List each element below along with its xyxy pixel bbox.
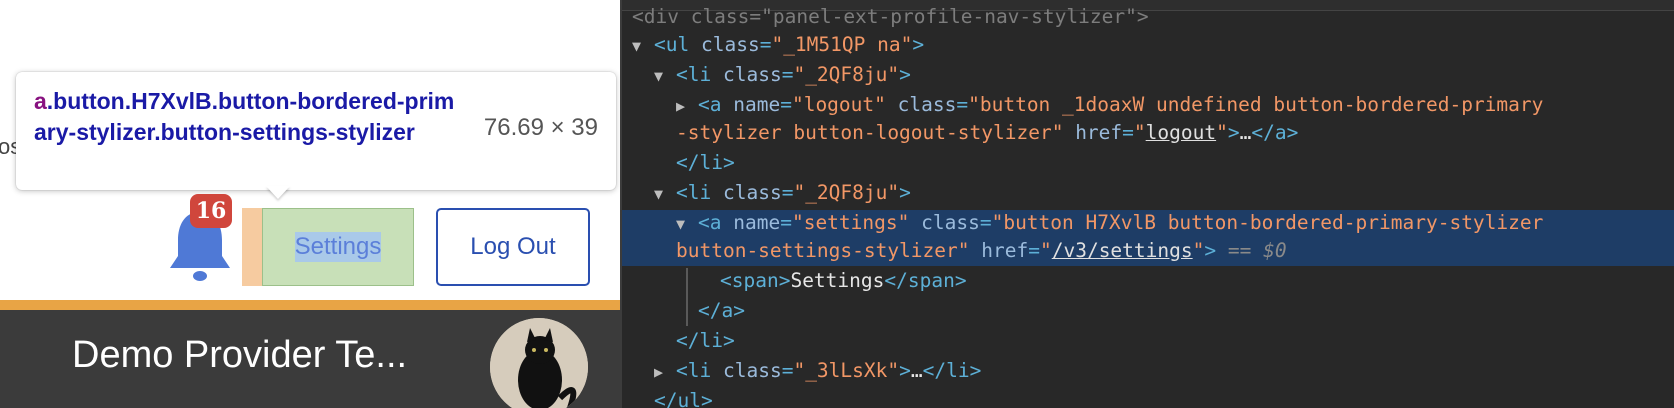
tree-guide-line — [686, 268, 688, 326]
tooltip-selector: a.button.H7XvlB.button-bordered-primary-… — [34, 86, 464, 148]
web-page-viewport: os a.button.H7XvlB.button-bordered-prima… — [0, 0, 620, 408]
node-a-settings[interactable]: ▼ <a name="settings" class="button H7XvlB… — [676, 208, 1543, 238]
padding-highlight — [242, 208, 262, 286]
inspect-tooltip: a.button.H7XvlB.button-bordered-primary-… — [16, 72, 616, 190]
notification-badge: 16 — [190, 194, 232, 228]
node-li-settings[interactable]: ▼ <li class="_2QF8ju"> — [654, 178, 911, 208]
node-li-collapsed[interactable]: ▶ <li class="_3lLsXk">…</li> — [654, 356, 981, 386]
logout-button[interactable]: Log Out — [436, 208, 590, 286]
expand-triangle-icon[interactable]: ▼ — [654, 61, 676, 91]
tooltip-tag: a — [34, 88, 47, 114]
tooltip-selector-rest: .button.H7XvlB.button-bordered-primary-s… — [34, 88, 455, 145]
node-span[interactable]: <span>Settings</span> — [720, 266, 967, 296]
partial-row: <div class="panel-ext-profile-nav-styliz… — [632, 5, 1149, 28]
node-a-logout-cont[interactable]: -stylizer button-logout-stylizer" href="… — [676, 118, 1298, 148]
collapse-triangle-icon[interactable]: ▶ — [676, 91, 698, 121]
accent-bar — [0, 300, 620, 310]
node-li-close: </li> — [676, 151, 735, 174]
node-a-logout[interactable]: ▶ <a name="logout" class="button _1doaxW … — [676, 90, 1543, 120]
devtools-elements-panel: <div class="panel-ext-profile-nav-styliz… — [620, 0, 1674, 408]
node-li-close-2: </li> — [676, 329, 735, 352]
settings-button-label: Settings — [294, 232, 382, 262]
selected-node-marker: == $0 — [1227, 239, 1287, 262]
tooltip-element-size: 76.69 × 39 — [483, 114, 598, 141]
node-ul[interactable]: ▼ <ul class="_1M51QP na"> — [632, 30, 924, 60]
provider-name: Demo Provider Te... — [72, 334, 408, 376]
cat-photo-icon — [490, 318, 588, 408]
tooltip-arrow — [266, 186, 290, 199]
node-li-logout[interactable]: ▼ <li class="_2QF8ju"> — [654, 60, 911, 90]
expand-triangle-icon[interactable]: ▼ — [632, 31, 654, 61]
collapse-triangle-icon[interactable]: ▶ — [654, 357, 676, 387]
node-a-close: </a> — [698, 299, 745, 322]
avatar[interactable] — [490, 318, 588, 408]
expand-triangle-icon[interactable]: ▼ — [654, 179, 676, 209]
node-a-settings-cont[interactable]: button-settings-stylizer" href="/v3/sett… — [676, 236, 1287, 266]
node-ul-close: </ul> — [654, 389, 713, 408]
settings-button[interactable]: Settings — [262, 208, 414, 286]
expand-triangle-icon[interactable]: ▼ — [676, 209, 698, 239]
